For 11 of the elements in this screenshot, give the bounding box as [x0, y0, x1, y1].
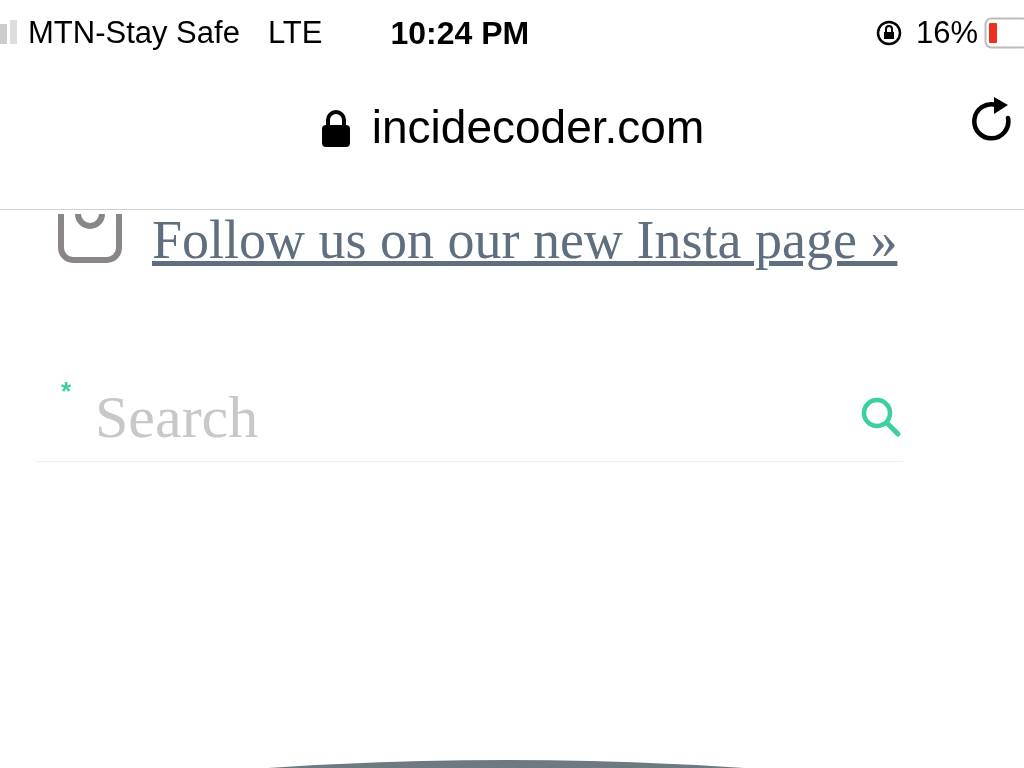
battery-percent: 16%	[915, 13, 978, 52]
address-url[interactable]: incidecoder.com	[371, 93, 705, 162]
battery-icon	[984, 17, 1024, 49]
instagram-icon	[58, 214, 122, 264]
clock-time: 10:24 PM	[390, 14, 530, 53]
lock-icon	[319, 107, 352, 148]
instagram-link[interactable]: Follow us on our new Insta page »	[152, 212, 898, 268]
signal-icon	[0, 20, 18, 46]
network-type: LTE	[267, 13, 323, 52]
required-mark: *	[61, 375, 72, 408]
carrier-name: MTN-Stay Safe	[28, 13, 240, 52]
